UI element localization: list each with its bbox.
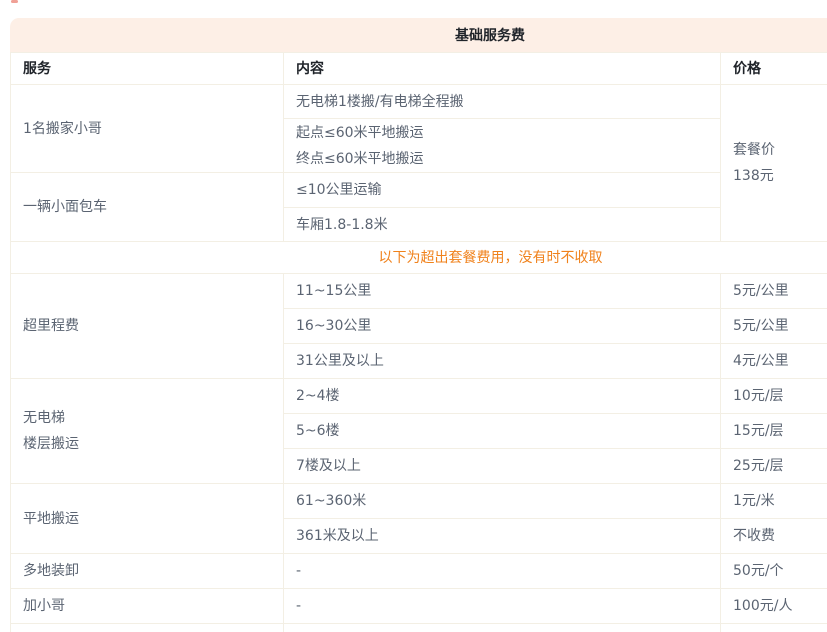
content-line: 起点≤60米平地搬运 [296, 120, 708, 146]
price-cell: 5元/公里 [721, 274, 827, 309]
fee-table: 服务 内容 价格 1名搬家小哥 无电梯1楼搬/有电梯全程搬 套餐价 138元 起… [10, 52, 827, 632]
service-line: 无电梯 [23, 405, 271, 431]
basic-fee-panel: 基础服务费 服务 内容 价格 1名搬家小哥 无电梯1楼搬/有电梯全程搬 套餐价 … [10, 18, 827, 632]
table-row: 平地搬运 61~360米 1元/米 [11, 484, 827, 519]
package-price-label: 套餐价 [733, 137, 827, 163]
price-cell-empty [721, 624, 827, 632]
table-row: 1名搬家小哥 无电梯1楼搬/有电梯全程搬 套餐价 138元 [11, 85, 827, 119]
table-row: 多地装卸 - 50元/个 [11, 554, 827, 589]
extra-fee-notice-row: 以下为超出套餐费用，没有时不收取 [11, 242, 827, 274]
service-cell-extra-distance: 超里程费 [11, 274, 284, 379]
content-cell: 无电梯1楼搬/有电梯全程搬 [284, 85, 721, 119]
service-cell-stairs: 无电梯 楼层搬运 [11, 379, 284, 484]
price-cell: 15元/层 [721, 414, 827, 449]
content-cell: 16~30公里 [284, 309, 721, 344]
package-price-value: 138元 [733, 163, 827, 189]
column-header-service: 服务 [11, 53, 284, 85]
service-cell-extra-worker: 加小哥 [11, 589, 284, 624]
screen-artifact [11, 0, 18, 3]
content-line: 终点≤60米平地搬运 [296, 146, 708, 172]
content-cell: - [284, 554, 721, 589]
price-cell: 100元/人 [721, 589, 827, 624]
content-cell: 11~15公里 [284, 274, 721, 309]
service-cell-multi-stop: 多地装卸 [11, 554, 284, 589]
content-cell-empty [284, 624, 721, 632]
content-cell: 车厢1.8-1.8米 [284, 208, 721, 242]
table-row-partial [11, 624, 827, 632]
table-row: 加小哥 - 100元/人 [11, 589, 827, 624]
column-header-content: 内容 [284, 53, 721, 85]
price-cell: 1元/米 [721, 484, 827, 519]
table-header-row: 服务 内容 价格 [11, 53, 827, 85]
content-cell: 2~4楼 [284, 379, 721, 414]
table-row: 无电梯 楼层搬运 2~4楼 10元/层 [11, 379, 827, 414]
table-row: 一辆小面包车 ≤10公里运输 [11, 173, 827, 208]
panel-title: 基础服务费 [10, 18, 827, 52]
price-cell: 50元/个 [721, 554, 827, 589]
page: 基础服务费 服务 内容 价格 1名搬家小哥 无电梯1楼搬/有电梯全程搬 套餐价 … [0, 0, 827, 632]
column-header-price: 价格 [721, 53, 827, 85]
extra-fee-notice: 以下为超出套餐费用，没有时不收取 [11, 242, 827, 274]
content-cell: ≤10公里运输 [284, 173, 721, 208]
content-cell: 起点≤60米平地搬运 终点≤60米平地搬运 [284, 119, 721, 173]
price-cell: 4元/公里 [721, 344, 827, 379]
content-cell: 361米及以上 [284, 519, 721, 554]
table-row: 超里程费 11~15公里 5元/公里 [11, 274, 827, 309]
service-cell-flat-carry: 平地搬运 [11, 484, 284, 554]
price-cell: 5元/公里 [721, 309, 827, 344]
price-cell: 25元/层 [721, 449, 827, 484]
price-cell: 不收费 [721, 519, 827, 554]
content-cell: 31公里及以上 [284, 344, 721, 379]
price-cell: 10元/层 [721, 379, 827, 414]
price-cell-package: 套餐价 138元 [721, 85, 827, 242]
service-cell-mover: 1名搬家小哥 [11, 85, 284, 173]
content-cell: 5~6楼 [284, 414, 721, 449]
content-cell: 7楼及以上 [284, 449, 721, 484]
content-cell: 61~360米 [284, 484, 721, 519]
service-cell-empty [11, 624, 284, 632]
content-cell: - [284, 589, 721, 624]
service-cell-van: 一辆小面包车 [11, 173, 284, 242]
service-line: 楼层搬运 [23, 431, 271, 457]
